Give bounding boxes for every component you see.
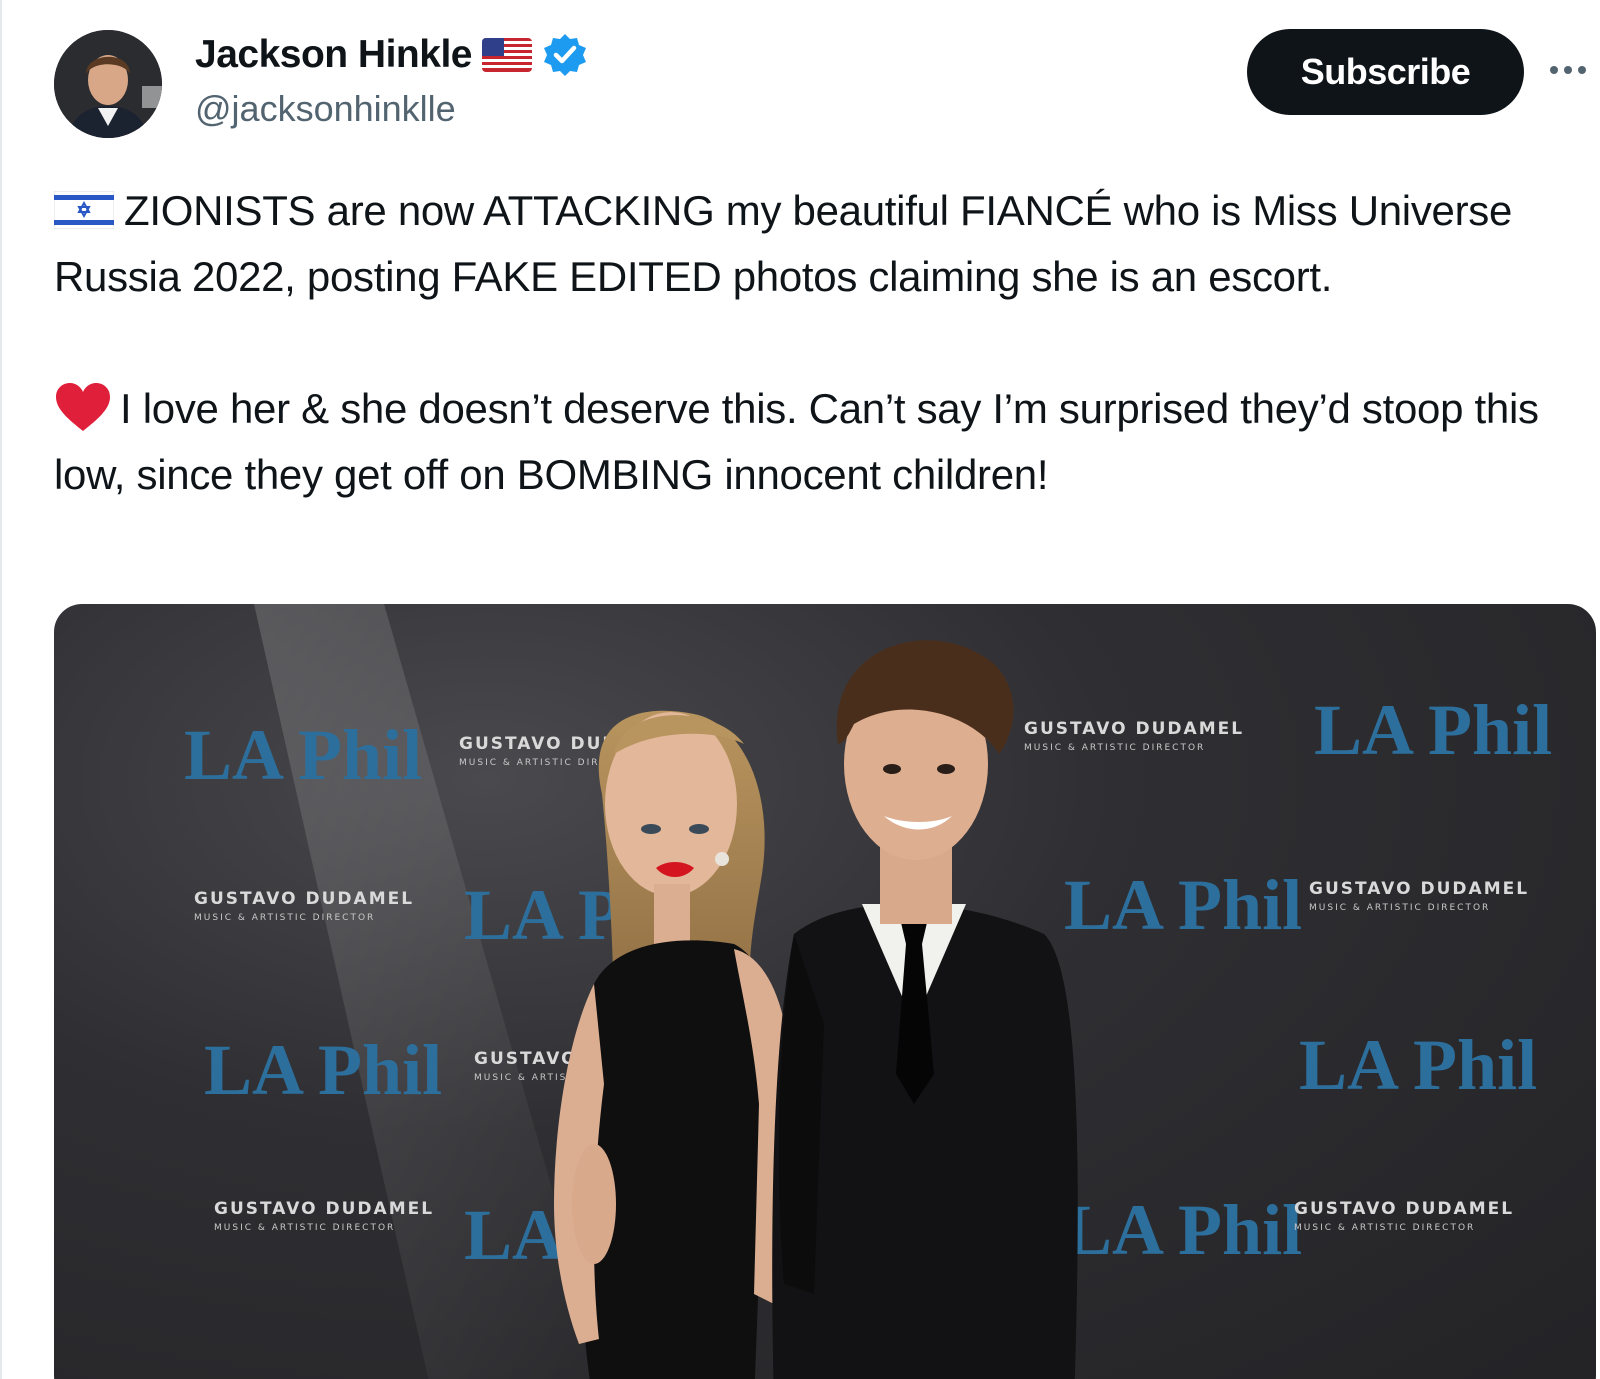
backdrop-logo: LA Phil xyxy=(1299,1025,1537,1105)
backdrop-logo: LA Phil xyxy=(1314,690,1552,770)
backdrop-logo: LA Phil xyxy=(1064,865,1302,945)
more-horizontal-icon[interactable] xyxy=(1550,60,1594,80)
subscribe-button[interactable]: Subscribe xyxy=(1247,29,1524,115)
avatar-image xyxy=(54,30,162,138)
tweet-paragraph-2-text: I love her & she doesn’t deserve this. C… xyxy=(54,385,1539,498)
backdrop-credit-name: GUSTAVO DUDAMEL xyxy=(1309,879,1529,899)
red-heart-icon xyxy=(56,383,110,431)
backdrop-credit-title: MUSIC & ARTISTIC DIRECTOR xyxy=(1024,743,1205,753)
woman-figure xyxy=(554,710,794,1379)
timeline-border xyxy=(0,0,2,1379)
backdrop-credit-name: GUSTAVO DUDAMEL xyxy=(214,1199,434,1219)
author-display-name[interactable]: Jackson Hinkle xyxy=(195,33,472,77)
backdrop-credit-title: MUSIC & ARTISTIC DIRECTOR xyxy=(194,913,375,923)
backdrop-logo: LA Phil xyxy=(1064,1190,1302,1270)
backdrop-logo: LA Phil xyxy=(204,1030,442,1110)
backdrop-credit-title: MUSIC & ARTISTIC DIRECTOR xyxy=(1294,1223,1475,1233)
author-handle[interactable]: @jacksonhinklle xyxy=(195,88,456,130)
backdrop-credit-name: GUSTAVO DUDAMEL xyxy=(1294,1199,1514,1219)
author-name-row: Jackson Hinkle xyxy=(195,32,588,78)
tweet-paragraph-1: ZIONISTS are now ATTACKING my beautiful … xyxy=(54,178,1574,310)
us-flag-icon xyxy=(481,38,532,72)
photo-image: LA Phil LA Phil LA Phil LA Phil LA Phil LA Ph… xyxy=(184,604,1552,1379)
tweet-paragraph-2: I love her & she doesn’t deserve this. C… xyxy=(54,376,1574,508)
backdrop-credit-title: MUSIC & ARTISTIC DIRECTOR xyxy=(1309,903,1490,913)
backdrop-credit-name: GUSTAVO DUDAMEL xyxy=(1024,719,1244,739)
backdrop-credit-title: MUSIC & ARTISTIC DIRECTOR xyxy=(214,1223,395,1233)
tweet-paragraph-1-text: ZIONISTS are now ATTACKING my beautiful … xyxy=(54,187,1513,300)
tweet-text: ZIONISTS are now ATTACKING my beautiful … xyxy=(54,178,1574,508)
verified-badge-icon[interactable] xyxy=(542,32,588,78)
author-avatar[interactable] xyxy=(54,30,162,138)
israel-flag-icon xyxy=(54,191,114,229)
backdrop-credit-name: GUSTAVO DUDAMEL xyxy=(194,889,414,909)
tweet-photo[interactable]: LA Phil LA Phil LA Phil LA Phil LA Phil LA Ph… xyxy=(54,604,1596,1379)
backdrop-logo: LA Phil xyxy=(184,715,422,795)
